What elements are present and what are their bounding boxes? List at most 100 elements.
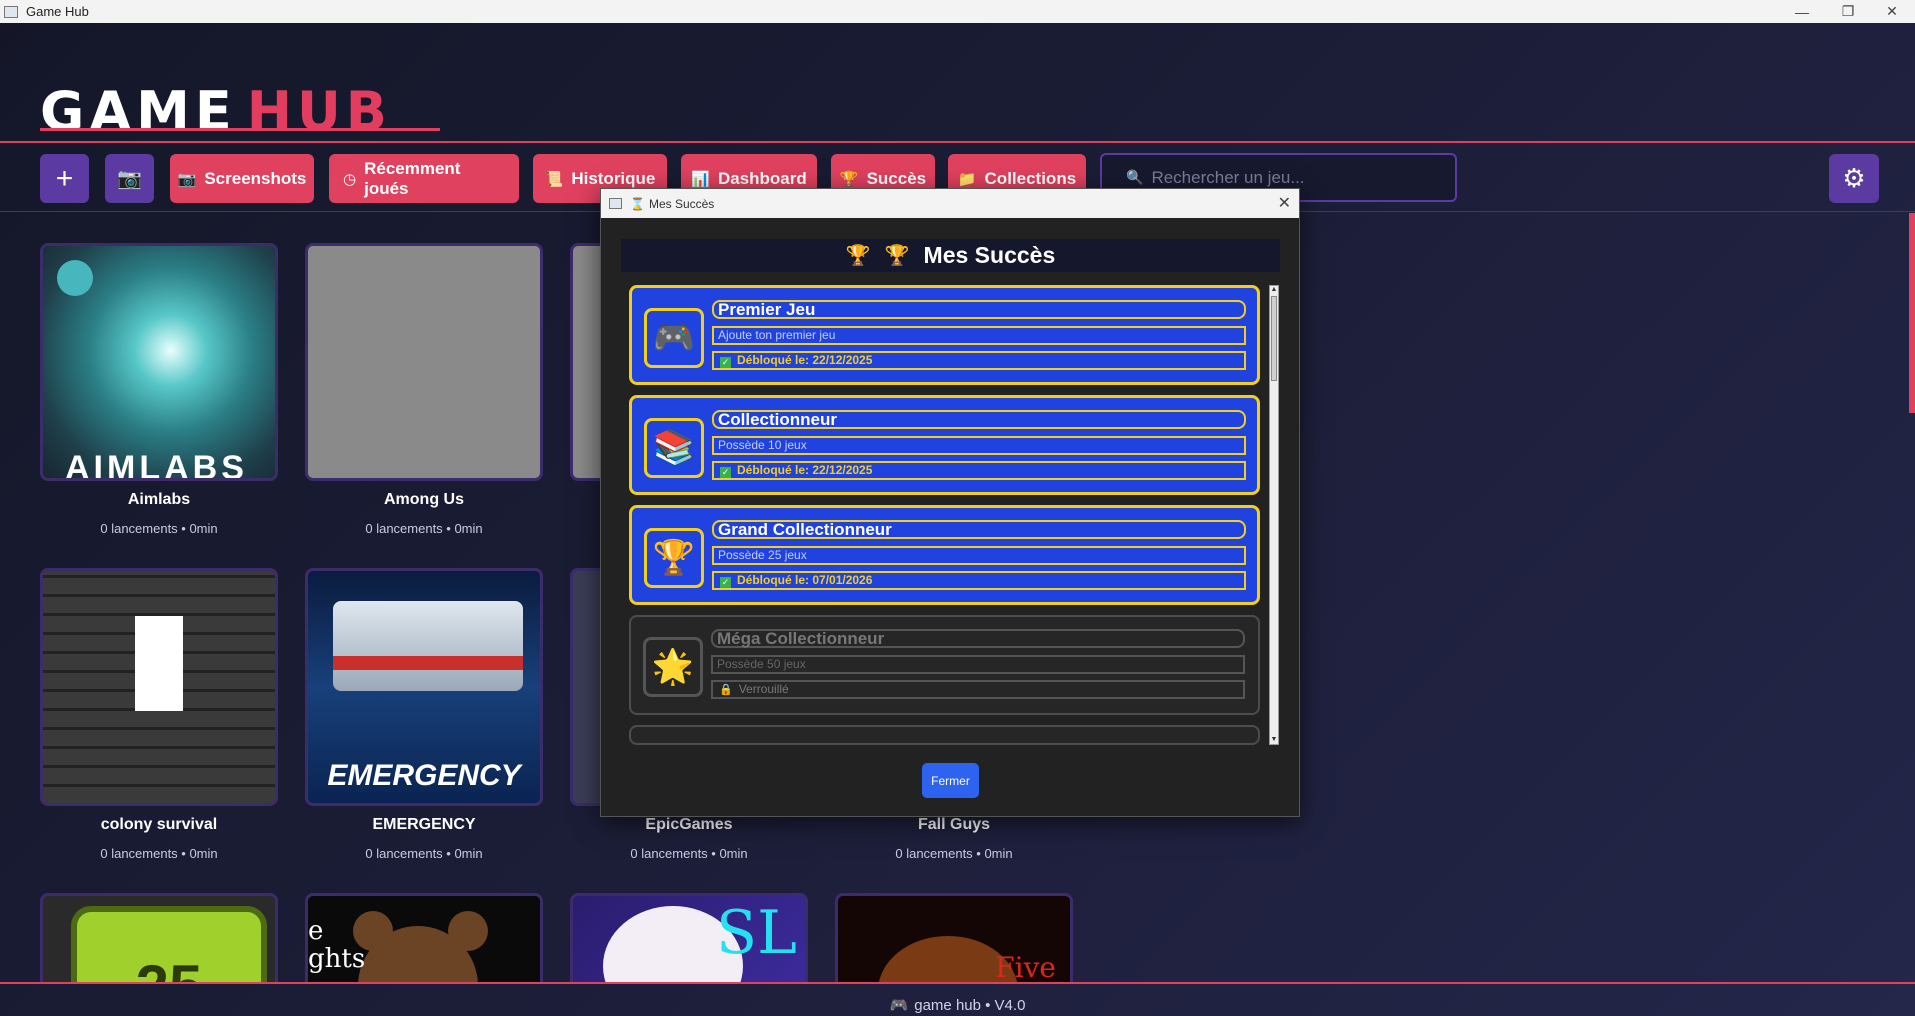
game-stats: 0 lancements • 0min [100,846,218,861]
restore-icon[interactable]: ❐ [1825,0,1871,23]
trophy-icon: 🏆 [839,170,859,188]
minimize-icon[interactable]: — [1779,0,1825,23]
game-name: Aimlabs [127,491,191,508]
achievement-status-text: Débloqué le: 07/01/2026 [737,573,873,587]
game-name: Among Us [384,491,464,508]
game-thumbnail-among-us[interactable] [305,243,543,481]
collections-label: Collections [984,168,1077,188]
dialog-heading: Mes Succès [923,242,1056,268]
app-icon [4,5,18,18]
dialog-scrollbar[interactable]: ▲ ▼ [1269,285,1279,745]
game-name: EpicGames [645,816,733,833]
achievement-status-text: Débloqué le: 22/12/2025 [737,353,873,367]
window-hole-decoration [135,616,183,711]
achievement-status: ✓ Débloqué le: 22/12/2025 [712,351,1246,370]
dialog-title: Mes Succès [648,196,715,211]
game-thumbnail-colony-survival[interactable] [40,568,278,806]
game-stats: 0 lancements • 0min [630,846,748,861]
game-thumbnail-emergency[interactable]: EMERGENCY [305,568,543,806]
achievement-status-text: Verrouillé [738,682,789,696]
gear-icon: ⚙ [1842,163,1866,193]
ambulance-stripe [333,656,523,670]
achievements-label: Succès [866,168,927,188]
checkmark-icon: ✓ [720,467,731,478]
window-titlebar: Game Hub — ❐ ✕ [0,0,1915,23]
game-thumbnail-fnaf[interactable]: e ghts [305,893,543,982]
checkmark-icon: ✓ [720,357,731,368]
add-game-button[interactable]: + [40,154,89,203]
dialog-header: 🏆 🏆 Mes Succès [621,239,1280,272]
scroll-thumb[interactable] [1271,296,1277,381]
close-icon[interactable]: ✕ [1278,193,1291,213]
footer-divider [0,982,1915,984]
folder-icon: 📁 [957,170,977,188]
scroll-down-icon[interactable]: ▼ [1270,736,1278,744]
close-button[interactable]: Fermer [922,763,979,798]
app-icon [609,198,622,209]
achievement-card: 🏆 Grand Collectionneur Possède 25 jeux ✓… [629,505,1260,605]
achievement-list[interactable]: 🎮 Premier Jeu Ajoute ton premier jeu ✓ Dé… [629,285,1269,745]
trophy-icon: 🏆 [845,245,871,267]
settings-button[interactable]: ⚙ [1829,154,1879,203]
search-placeholder: Rechercher un jeu... [1151,167,1305,187]
camera-button[interactable]: 📷 [105,154,154,203]
sl-logo-text: SL [716,898,797,968]
green-logo-number: 25 [77,952,261,982]
gamepad-icon: 🎮 [644,308,704,368]
achievements-dialog: ⌛ Mes Succès ✕ 🏆 🏆 Mes Succès 🎮 Premier … [600,188,1300,817]
hourglass-icon: ⌛ [630,196,645,211]
close-window-icon[interactable]: ✕ [1869,0,1915,23]
achievement-name: Premier Jeu [712,300,1246,319]
green-logo-decoration: 25 [71,906,267,982]
fnaf-text-1: e [308,916,324,946]
camera-icon: 📷 [177,170,197,188]
achievement-status: ✓ Débloqué le: 07/01/2026 [712,571,1246,590]
achievement-description: Ajoute ton premier jeu [712,326,1246,345]
achievement-card-locked: 🌟 Méga Collectionneur Possède 50 jeux 🔒 V… [629,615,1260,715]
game-thumbnail-five-nights[interactable]: Five [835,893,1073,982]
recent-button[interactable]: ◷ Récemment joués [329,154,519,203]
history-label: Historique [571,168,656,188]
achievement-name: Collectionneur [712,410,1246,429]
game-thumbnail-aimlabs[interactable]: AIMLABS [40,243,278,481]
sphere-decoration [57,260,93,296]
star-icon: 🌟 [643,637,703,697]
header-divider [0,141,1915,143]
five-logo-text: Five [995,951,1056,982]
logo-game: GAME [40,80,237,143]
trophy-icon: 🏆 [644,528,704,588]
achievement-card-partial [629,725,1260,745]
achievement-description: Possède 25 jeux [712,546,1246,565]
app-logo: GAME HUB [40,82,392,142]
logo-underline [40,128,440,131]
game-thumbnail-green[interactable]: 25 [40,893,278,982]
lock-icon: 🔒 [719,684,733,696]
emergency-logo-text: EMERGENCY [327,759,521,792]
achievement-name: Méga Collectionneur [711,629,1245,648]
achievement-description: Possède 50 jeux [711,655,1245,674]
game-name: Fall Guys [917,816,991,833]
ambulance-decoration [333,601,523,691]
camera-icon: 📷 [117,168,142,190]
gamepad-icon: 🎮 [889,997,909,1014]
checkmark-icon: ✓ [720,577,731,588]
search-icon: 🔍 [1126,169,1144,185]
achievement-card: 🎮 Premier Jeu Ajoute ton premier jeu ✓ Dé… [629,285,1260,385]
fnaf-text-2: ghts [308,944,366,974]
game-stats: 0 lancements • 0min [365,521,483,536]
achievement-description: Possède 10 jeux [712,436,1246,455]
main-scrollbar[interactable] [1909,213,1915,413]
footer: 🎮 game hub • V4.0 [0,996,1915,1014]
screenshots-label: Screenshots [204,168,307,188]
trophy-icon: 🏆 [884,245,910,267]
screenshots-button[interactable]: 📷 Screenshots [170,154,314,203]
achievement-name: Grand Collectionneur [712,520,1246,539]
game-thumbnail-sister-location[interactable]: SL [570,893,808,982]
game-name: EMERGENCY [372,816,476,833]
achievement-status-text: Débloqué le: 22/12/2025 [737,463,873,477]
scroll-up-icon[interactable]: ▲ [1270,286,1278,294]
window-title: Game Hub [26,4,89,19]
plus-icon: + [55,161,74,195]
achievement-status: 🔒 Verrouillé [711,680,1245,699]
achievement-status: ✓ Débloqué le: 22/12/2025 [712,461,1246,480]
